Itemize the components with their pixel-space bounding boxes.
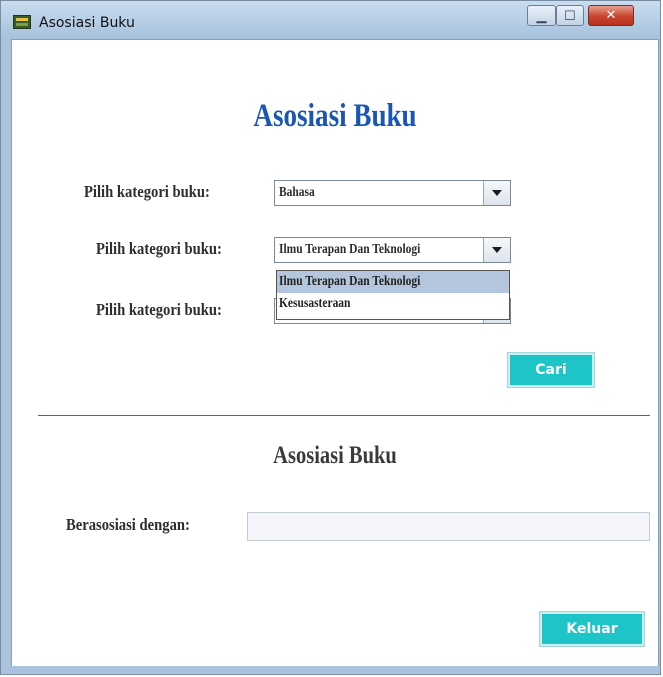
category-select-2[interactable]: Ilmu Terapan Dan Teknologi xyxy=(274,237,511,263)
window-title: Asosiasi Buku xyxy=(39,15,135,31)
category-label-2: Pilih kategori buku: xyxy=(96,239,222,258)
close-button[interactable]: ✕ xyxy=(588,5,634,26)
dropdown-option[interactable]: Kesusasteraan xyxy=(277,293,509,315)
minimize-button[interactable]: ▁ xyxy=(527,5,556,26)
maximize-button[interactable]: ☐ xyxy=(556,5,584,26)
category-select-1-value: Bahasa xyxy=(279,185,315,200)
category-dropdown-list[interactable]: Ilmu Terapan Dan Teknologi Kesusasteraan xyxy=(276,270,510,320)
search-button[interactable]: Cari xyxy=(508,353,594,387)
category-select-1[interactable]: Bahasa xyxy=(274,180,511,206)
window-bottom-border xyxy=(1,666,660,674)
chevron-down-icon[interactable] xyxy=(483,238,510,262)
section-divider xyxy=(38,415,650,416)
title-bar[interactable]: Asosiasi Buku ▁ ☐ ✕ xyxy=(1,1,660,39)
content-panel: Asosiasi Buku Pilih kategori buku: Bahas… xyxy=(11,39,659,668)
chevron-down-icon[interactable] xyxy=(483,181,510,205)
association-label: Berasosiasi dengan: xyxy=(66,515,190,534)
app-icon xyxy=(13,15,31,29)
category-select-2-value: Ilmu Terapan Dan Teknologi xyxy=(279,242,421,257)
page-title: Asosiasi Buku xyxy=(253,98,417,134)
dropdown-option-label: Kesusasteraan xyxy=(279,296,351,311)
dropdown-option[interactable]: Ilmu Terapan Dan Teknologi xyxy=(277,271,509,293)
category-label-1: Pilih kategori buku: xyxy=(84,182,210,201)
association-result-field[interactable] xyxy=(247,512,650,541)
category-label-3: Pilih kategori buku: xyxy=(96,300,222,319)
result-title: Asosiasi Buku xyxy=(273,442,397,469)
exit-button[interactable]: Keluar xyxy=(540,612,644,646)
app-window: Asosiasi Buku ▁ ☐ ✕ Asosiasi Buku Pilih … xyxy=(0,0,661,675)
dropdown-option-label: Ilmu Terapan Dan Teknologi xyxy=(279,274,421,289)
